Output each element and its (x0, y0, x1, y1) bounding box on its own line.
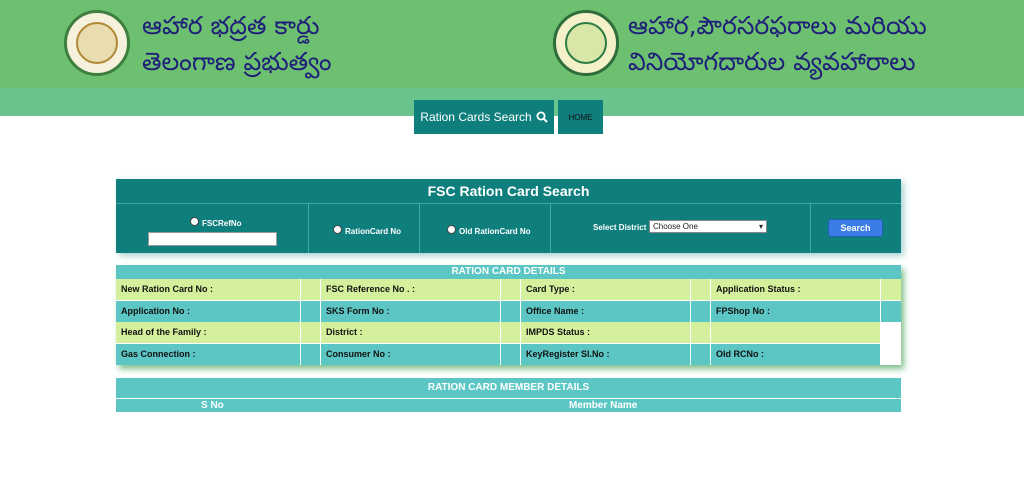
details-row: Application No : SKS Form No : Office Na… (116, 301, 901, 322)
column-member-name: Member Name (569, 400, 638, 411)
details-row: Gas Connection : Consumer No : KeyRegist… (116, 344, 901, 365)
telangana-emblem-icon (64, 10, 130, 76)
district-cell: Select District : Choose One ▾ (551, 204, 811, 253)
ration-cards-search-button[interactable]: Ration Cards Search (414, 100, 554, 134)
fsc-ref-radio[interactable] (190, 217, 199, 226)
fsc-ref-label: FSCRefNo (202, 219, 242, 228)
details-label: Old RCNo : (711, 344, 881, 365)
details-label: Office Name : (521, 301, 691, 322)
old-ration-card-label: Old RationCard No (459, 227, 531, 236)
member-details-columns: S No Member Name (116, 399, 901, 412)
member-details-title: RATION CARD MEMBER DETAILS (116, 378, 901, 399)
member-details: RATION CARD MEMBER DETAILS S No Member N… (116, 378, 901, 412)
details-row: Head of the Family : District : IMPDS St… (116, 322, 901, 343)
details-label: SKS Form No : (321, 301, 501, 322)
details-label: District : (321, 322, 501, 343)
search-panel-title: FSC Ration Card Search (116, 179, 901, 204)
header-banner: ఆహార భద్రత కార్డు తెలంగాణ ప్రభుత్వం ఆహార… (0, 0, 1024, 89)
ration-card-radio[interactable] (333, 225, 342, 234)
fsc-ref-input[interactable] (148, 232, 277, 246)
district-label: Select District : (593, 223, 652, 232)
old-ration-card-option-cell: Old RationCard No (420, 204, 551, 253)
home-button[interactable]: HOME (558, 100, 603, 134)
details-label: New Ration Card No : (116, 279, 301, 300)
title-right-line1: ఆహార,పౌరసరఫరాలు మరియు (628, 11, 927, 40)
details-label: Application Status : (711, 279, 881, 300)
details-label: KeyRegister Sl.No : (521, 344, 691, 365)
title-right-line2: వినియోగదారుల వ్యవహారాలు (628, 47, 916, 76)
fsc-search-panel: FSC Ration Card Search FSCRefNo RationCa… (116, 179, 901, 253)
details-title: RATION CARD DETAILS (116, 265, 901, 279)
title-left-line2: తెలంగాణ ప్రభుత్వం (142, 47, 332, 76)
details-label: Application No : (116, 301, 301, 322)
ration-card-details: RATION CARD DETAILS New Ration Card No :… (116, 265, 901, 365)
title-left-line1: ఆహార భద్రత కార్డు (142, 11, 320, 40)
details-label (711, 322, 881, 343)
chevron-down-icon: ▾ (758, 222, 763, 231)
search-button[interactable]: Search (828, 219, 883, 237)
old-ration-card-radio[interactable] (447, 225, 456, 234)
details-label: Consumer No : (321, 344, 501, 365)
ration-card-option-cell: RationCard No (309, 204, 420, 253)
district-select-value: Choose One (653, 222, 698, 231)
details-label: FPShop No : (711, 301, 881, 322)
home-label: HOME (568, 112, 593, 122)
civil-supplies-logo-icon (553, 10, 619, 76)
details-label: Head of the Family : (116, 322, 301, 343)
details-label: Gas Connection : (116, 344, 301, 365)
details-label: FSC Reference No . : (321, 279, 501, 300)
details-label: Card Type : (521, 279, 691, 300)
district-select[interactable]: Choose One ▾ (649, 220, 767, 233)
ration-cards-search-label: Ration Cards Search (420, 110, 532, 124)
search-button-cell: Search (811, 204, 901, 253)
column-s-no: S No (201, 400, 224, 411)
fsc-ref-option-cell: FSCRefNo (116, 204, 309, 253)
ration-card-label: RationCard No (345, 227, 401, 236)
search-icon (536, 111, 548, 123)
details-label: IMPDS Status : (521, 322, 691, 343)
details-row: New Ration Card No : FSC Reference No . … (116, 279, 901, 300)
